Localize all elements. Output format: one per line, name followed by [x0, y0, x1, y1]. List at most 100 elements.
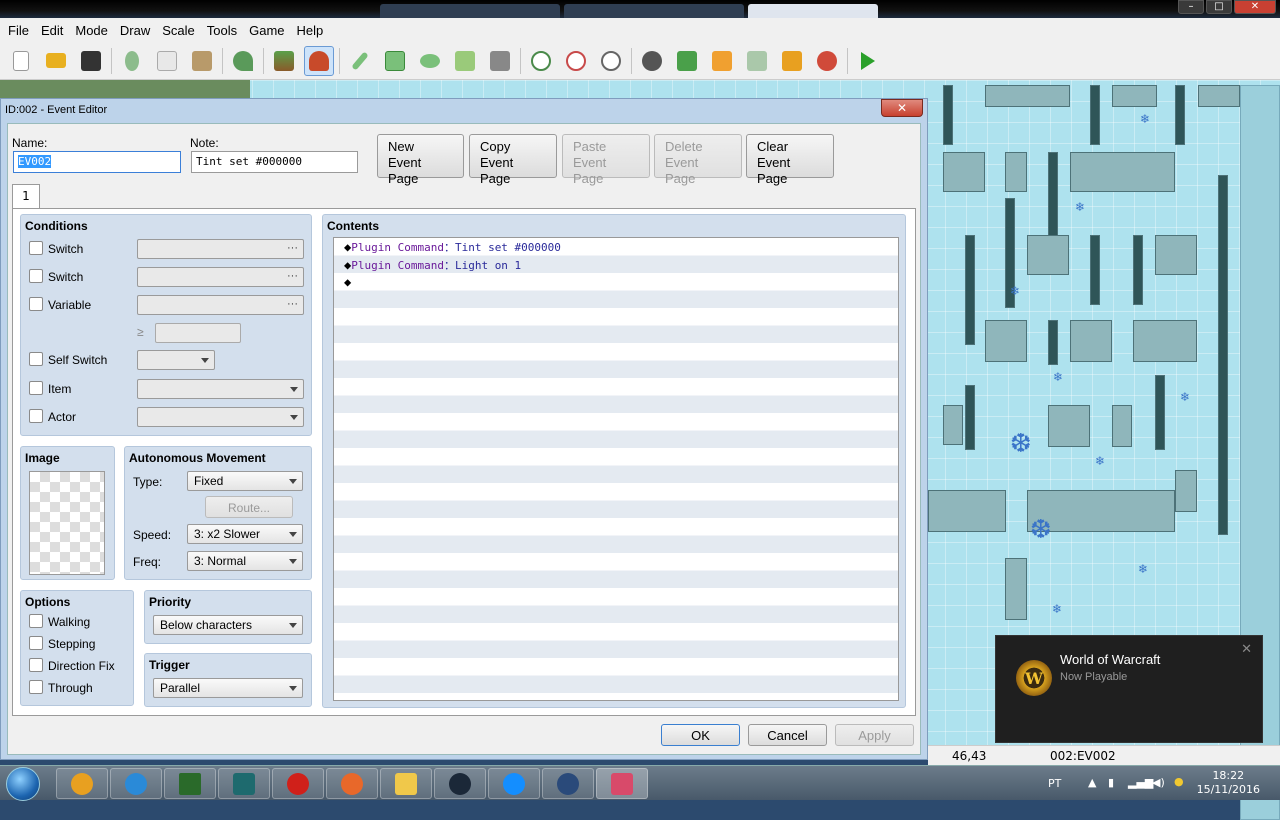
copy-event-page-button[interactable]: Copy Event Page	[469, 134, 557, 186]
event-image-preview[interactable]	[29, 471, 105, 575]
clear-event-page-button[interactable]: Clear Event Page	[746, 134, 834, 186]
item-select[interactable]	[137, 379, 304, 399]
item-checkbox[interactable]	[29, 381, 43, 395]
new-event-page-button[interactable]: New Event Page	[377, 134, 464, 186]
movement-type-select[interactable]: Fixed	[187, 471, 303, 491]
browser-tab-active[interactable]	[748, 4, 878, 18]
flood-fill-icon[interactable]	[450, 46, 480, 76]
rectangle-icon[interactable]	[380, 46, 410, 76]
ellipse-icon[interactable]	[415, 46, 445, 76]
save-project-icon[interactable]	[76, 46, 106, 76]
firefox-icon[interactable]	[326, 768, 378, 799]
battle-net-icon[interactable]	[488, 768, 540, 799]
actual-size-icon[interactable]	[596, 46, 626, 76]
menu-scale[interactable]: Scale	[156, 23, 201, 38]
through-checkbox[interactable]	[29, 680, 43, 694]
stepping-checkbox[interactable]	[29, 636, 43, 650]
menu-draw[interactable]: Draw	[114, 23, 156, 38]
task-manager-icon[interactable]	[164, 768, 216, 799]
undo-icon[interactable]	[228, 46, 258, 76]
zoom-out-icon[interactable]	[561, 46, 591, 76]
teamspeak-icon[interactable]	[542, 768, 594, 799]
language-indicator[interactable]: PT	[1048, 777, 1061, 790]
open-project-icon[interactable]	[41, 46, 71, 76]
opera-icon[interactable]	[272, 768, 324, 799]
explorer-icon[interactable]	[56, 768, 108, 799]
map-mode-icon[interactable]	[269, 46, 299, 76]
name-field[interactable]: EV002	[13, 151, 181, 173]
ok-button[interactable]: OK	[661, 724, 740, 746]
menu-tools[interactable]: Tools	[201, 23, 243, 38]
minimize-button[interactable]: –	[1178, 0, 1204, 14]
start-button[interactable]	[6, 767, 40, 801]
network-icon[interactable]: ▮	[1108, 776, 1114, 789]
priority-select[interactable]: Below characters	[153, 615, 303, 635]
command-row[interactable]: ◆Plugin Command：Light on 1	[344, 257, 521, 274]
actor-select[interactable]	[137, 407, 304, 427]
cancel-button[interactable]: Cancel	[748, 724, 827, 746]
zoom-in-icon[interactable]	[526, 46, 556, 76]
menu-file[interactable]: File	[2, 23, 35, 38]
variable-value-stepper[interactable]	[155, 323, 241, 343]
command-row-empty[interactable]: ◆	[344, 274, 351, 291]
variable-selector[interactable]: ···	[137, 295, 304, 315]
resource-manager-icon[interactable]	[777, 46, 807, 76]
new-project-icon[interactable]	[6, 46, 36, 76]
switch1-checkbox[interactable]	[29, 241, 43, 255]
copy-icon[interactable]	[152, 46, 182, 76]
close-window-button[interactable]: ✕	[1234, 0, 1276, 14]
self-switch-checkbox[interactable]	[29, 352, 43, 366]
browser-tab[interactable]	[564, 4, 744, 18]
command-list[interactable]: ◆Plugin Command：Tint set #000000 ◆Plugin…	[333, 237, 899, 701]
delete-event-page-button[interactable]: Delete Event Page	[654, 134, 742, 186]
menu-game[interactable]: Game	[243, 23, 290, 38]
self-switch-select[interactable]	[137, 350, 215, 370]
pencil-icon[interactable]	[345, 46, 375, 76]
movement-freq-select[interactable]: 3: Normal	[187, 551, 303, 571]
clock[interactable]: 18:22 15/11/2016	[1197, 769, 1260, 797]
character-generator-icon[interactable]	[812, 46, 842, 76]
steam-icon[interactable]	[434, 768, 486, 799]
dialog-titlebar[interactable]: ID:002 - Event Editor ✕	[1, 99, 927, 121]
close-icon[interactable]: ✕	[1241, 642, 1252, 657]
note-field[interactable]: Tint set #000000	[191, 151, 358, 173]
command-row[interactable]: ◆Plugin Command：Tint set #000000	[344, 239, 561, 256]
rpg-maker-icon[interactable]	[596, 768, 648, 799]
tab-page-1[interactable]: 1	[12, 184, 40, 208]
sound-test-icon[interactable]	[707, 46, 737, 76]
file-explorer-icon[interactable]	[380, 768, 432, 799]
maya-icon[interactable]	[218, 768, 270, 799]
event-searcher-icon[interactable]	[742, 46, 772, 76]
database-icon[interactable]	[637, 46, 667, 76]
switch2-selector[interactable]: ···	[137, 267, 304, 287]
switch1-selector[interactable]: ···	[137, 239, 304, 259]
signal-icon[interactable]: ▂▄▆	[1128, 776, 1153, 789]
walking-checkbox[interactable]	[29, 614, 43, 628]
playtest-icon[interactable]	[853, 46, 883, 76]
shadow-pen-icon[interactable]	[485, 46, 515, 76]
variable-checkbox[interactable]	[29, 297, 43, 311]
cut-icon[interactable]	[117, 46, 147, 76]
switch2-checkbox[interactable]	[29, 269, 43, 283]
actor-checkbox[interactable]	[29, 409, 43, 423]
route-button[interactable]: Route...	[205, 496, 293, 518]
plugin-manager-icon[interactable]	[672, 46, 702, 76]
movement-speed-select[interactable]: 3: x2 Slower	[187, 524, 303, 544]
menu-mode[interactable]: Mode	[69, 23, 114, 38]
direction-fix-checkbox[interactable]	[29, 658, 43, 672]
show-hidden-icons-icon[interactable]: ▲	[1088, 776, 1096, 789]
internet-explorer-icon[interactable]	[110, 768, 162, 799]
event-mode-icon[interactable]	[304, 45, 334, 76]
dialog-close-button[interactable]: ✕	[881, 99, 923, 117]
apply-button[interactable]: Apply	[835, 724, 914, 746]
paste-event-page-button[interactable]: Paste Event Page	[562, 134, 650, 186]
paste-icon[interactable]	[187, 46, 217, 76]
volume-icon[interactable]: ◀)	[1152, 776, 1165, 789]
menu-help[interactable]: Help	[291, 23, 330, 38]
browser-tab[interactable]	[380, 4, 560, 18]
maximize-button[interactable]: □	[1206, 0, 1232, 14]
menu-edit[interactable]: Edit	[35, 23, 69, 38]
security-shield-icon[interactable]: ●	[1174, 775, 1184, 788]
notification-toast[interactable]: W World of Warcraft Now Playable ✕	[995, 635, 1263, 743]
trigger-select[interactable]: Parallel	[153, 678, 303, 698]
